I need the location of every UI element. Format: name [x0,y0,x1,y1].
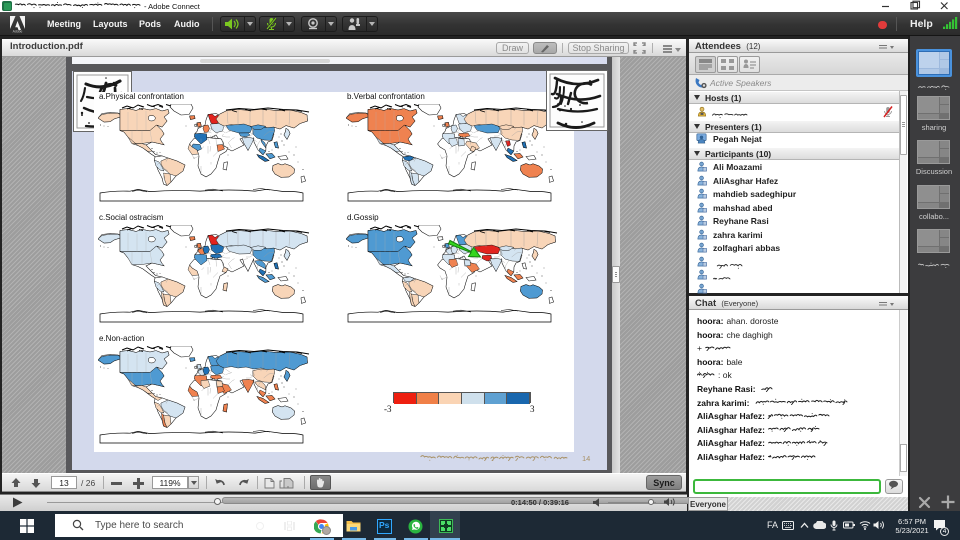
svg-text:Adobe: Adobe [13,30,23,34]
